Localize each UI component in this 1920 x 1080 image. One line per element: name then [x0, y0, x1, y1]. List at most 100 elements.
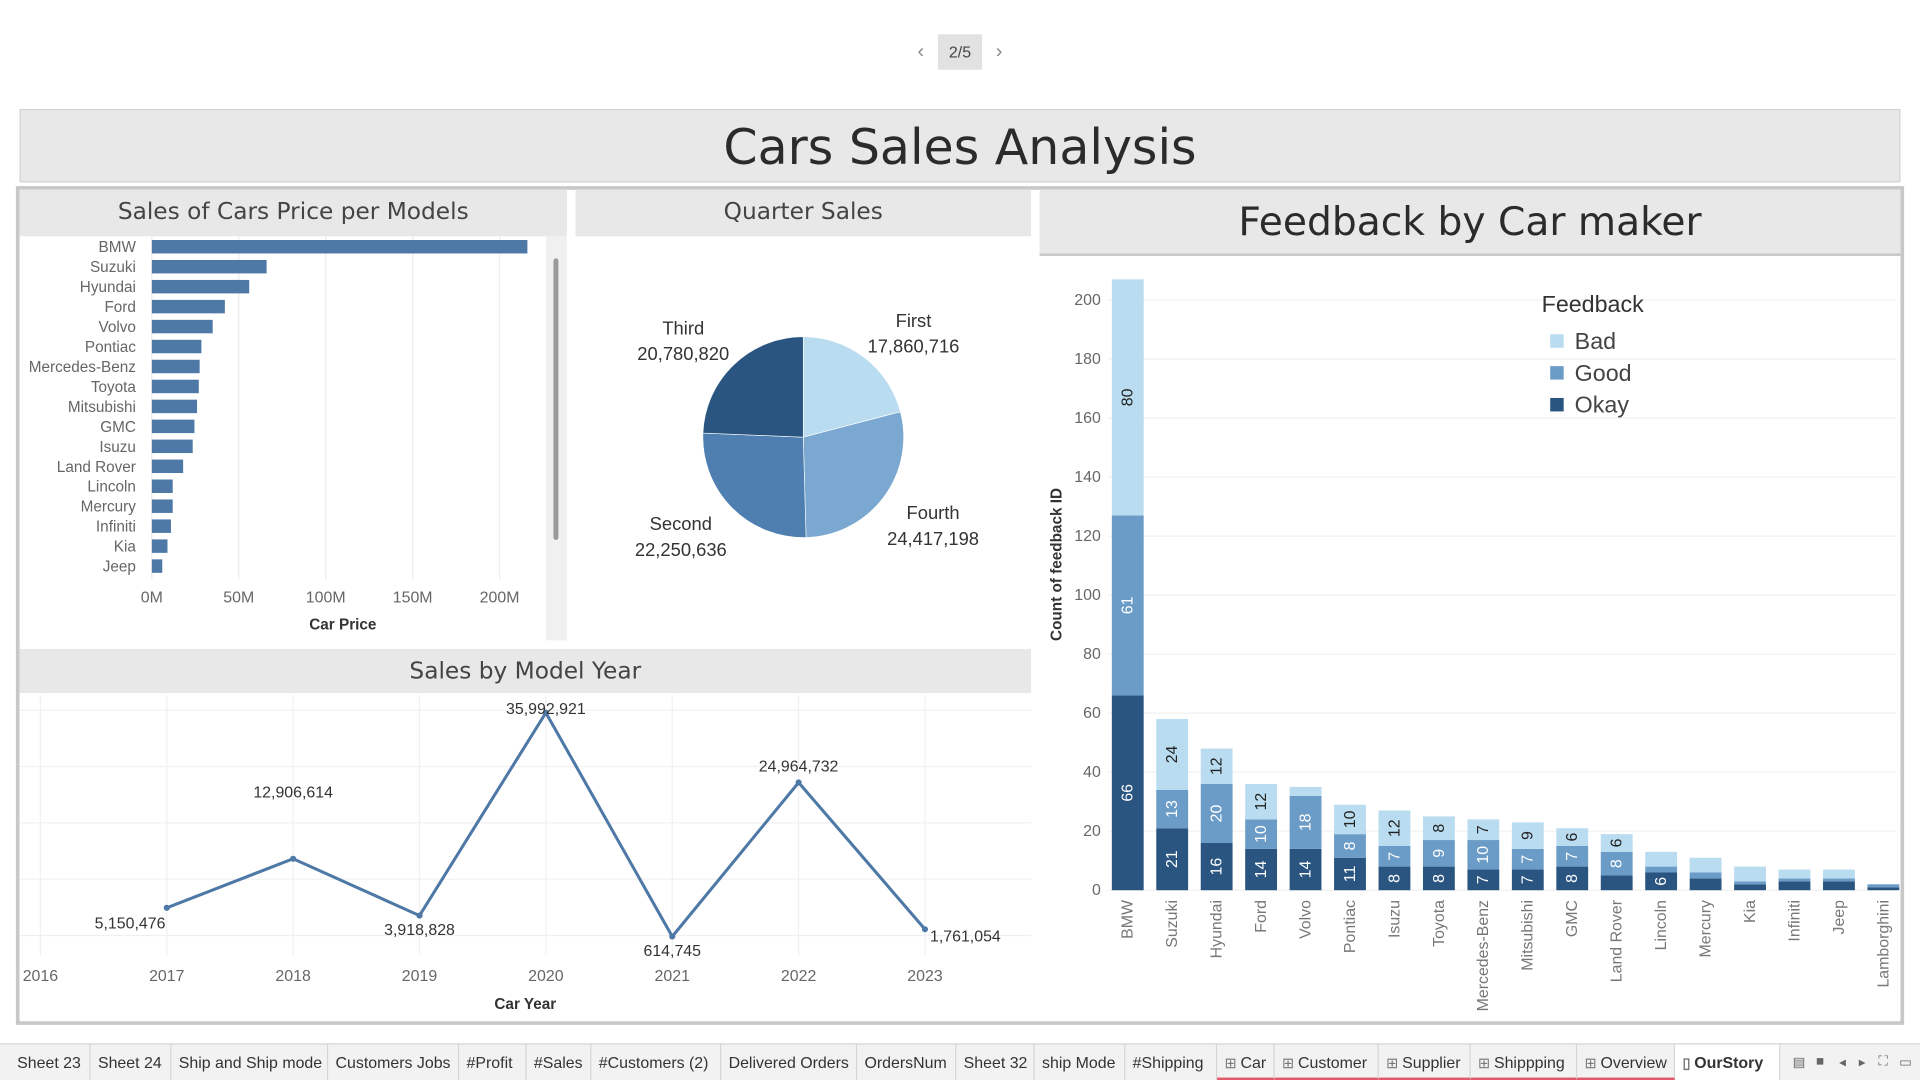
year-data-point: [290, 855, 297, 862]
feedback-bar-value: 7: [1475, 875, 1492, 884]
dashboard-icon: ⊞: [1224, 1054, 1237, 1072]
feedback-panel: Feedback by Car maker 0 20 40 60 80 100 120 140…: [1039, 189, 1901, 1021]
dashboard-icon: ⊞: [1584, 1054, 1597, 1072]
grid-view-icon[interactable]: ▤: [1793, 1054, 1806, 1071]
feedback-bar-value: 7: [1564, 852, 1581, 861]
feedback-category-label: Hyundai: [1209, 900, 1226, 958]
feedback-title: Feedback by Car maker: [1039, 189, 1901, 256]
price-bar: [151, 319, 213, 334]
price-category-label: Isuzu: [99, 439, 136, 456]
tab-label: Ship and Ship mode: [178, 1053, 323, 1072]
tab-ship-mode[interactable]: ship Mode: [1035, 1044, 1126, 1080]
tab-delivered-orders[interactable]: Delivered Orders: [721, 1044, 858, 1080]
tab-shipping[interactable]: #Shipping: [1125, 1044, 1218, 1080]
feedback-category-label: Land Rover: [1609, 899, 1626, 982]
feedback-category-label: Suzuki: [1164, 900, 1181, 948]
feedback-bar-good: [1734, 881, 1766, 885]
price-per-model-chart: 0M 50M 100M 150M 200M BMW Suzuki Hyundai Ford Vol…: [29, 236, 567, 641]
quarter-sales-panel: Quarter Sales First 17,860,716 Fourth 24,41…: [575, 189, 1032, 641]
feedback-category-label: BMW: [1120, 900, 1137, 939]
tab-overview[interactable]: ⊞ Overview: [1577, 1044, 1676, 1080]
tab-label: Customers Jobs: [335, 1053, 451, 1072]
price-bar: [151, 419, 195, 434]
tab-supplier[interactable]: ⊞ Supplier: [1378, 1044, 1471, 1080]
tab-customers-2[interactable]: #Customers (2): [591, 1044, 722, 1080]
feedback-y-tick-label: 120: [1074, 528, 1101, 545]
year-x-tick-label: 2023: [907, 968, 943, 985]
year-x-tick-label: 2021: [655, 968, 691, 985]
tab-sheet-23[interactable]: Sheet 23: [10, 1044, 91, 1080]
price-x-tick-label: 200M: [480, 589, 520, 606]
year-data-label: 614,745: [643, 943, 701, 960]
tab-label: Customer: [1298, 1053, 1368, 1072]
feedback-category-label: Mitsubishi: [1520, 900, 1537, 971]
price-x-tick-label: 150M: [393, 589, 433, 606]
price-category-label: Mercury: [81, 499, 137, 516]
feedback-bar-value: 7: [1386, 852, 1403, 861]
tab-profit[interactable]: #Profit: [459, 1044, 527, 1080]
tab-ship-and-ship-mode[interactable]: Ship and Ship mode: [171, 1044, 329, 1080]
feedback-y-tick-label: 140: [1074, 469, 1101, 486]
next-story-point-icon[interactable]: ›: [987, 34, 1011, 70]
price-category-label: Volvo: [98, 319, 135, 336]
tab-label: ship Mode: [1042, 1053, 1116, 1072]
year-data-label: 3,918,828: [384, 922, 455, 939]
feedback-bar-value: 6: [1564, 833, 1581, 842]
tab-car[interactable]: ⊞ Car: [1217, 1044, 1275, 1080]
feedback-category-label: Lamborghini: [1875, 900, 1892, 988]
tab-ourstory[interactable]: ▯ OurStory: [1675, 1044, 1781, 1080]
feedback-chart: 0 20 40 60 80 100 120 140 160 180 200 Count of feed…: [1049, 279, 1900, 1011]
year-data-point: [921, 926, 929, 933]
tab-label: #Profit: [466, 1053, 513, 1072]
price-x-tick-label: 100M: [306, 589, 346, 606]
feedback-bar-value: 6: [1609, 838, 1626, 847]
price-scrollbar-thumb[interactable]: [553, 258, 559, 541]
year-x-tick-label: 2022: [781, 968, 817, 985]
scroll-right-icon[interactable]: ▸: [1859, 1054, 1866, 1071]
tab-label: Sheet 24: [97, 1053, 162, 1072]
tab-sheet-32[interactable]: Sheet 32: [956, 1044, 1035, 1080]
story-page-indicator[interactable]: 2/5: [937, 34, 983, 70]
tab-label: OurStory: [1694, 1053, 1764, 1072]
filmstrip-icon[interactable]: ■: [1816, 1054, 1824, 1069]
year-x-tick-label: 2018: [275, 968, 311, 985]
feedback-bar-good: [1823, 878, 1855, 882]
tab-sheet-24[interactable]: Sheet 24: [91, 1044, 172, 1080]
price-x-tick-label: 50M: [223, 589, 254, 606]
feedback-y-tick-label: 180: [1074, 351, 1101, 368]
feedback-bar-value: 10: [1253, 825, 1270, 843]
tab-customers-jobs[interactable]: Customers Jobs: [328, 1044, 460, 1080]
price-bar: [151, 279, 250, 294]
feedback-bar-okay: [1823, 881, 1855, 891]
present-icon[interactable]: ▭: [1899, 1054, 1912, 1071]
price-bar: [151, 399, 198, 414]
fit-icon[interactable]: ⛶: [1878, 1054, 1887, 1070]
price-category-label: Mercedes-Benz: [29, 359, 136, 376]
feedback-y-tick-label: 60: [1083, 705, 1101, 722]
feedback-bar-value: 7: [1520, 875, 1537, 884]
tab-ordersnum[interactable]: OrdersNum: [857, 1044, 957, 1080]
feedback-bar-value: 8: [1342, 841, 1359, 850]
tab-customer[interactable]: ⊞ Customer: [1274, 1044, 1379, 1080]
pie-slice-value: 17,860,716: [868, 336, 960, 357]
model-year-chart: 2016201720182019202020212022202320245,15…: [19, 695, 1032, 1013]
feedback-bar-value: 24: [1164, 745, 1181, 763]
feedback-bar-value: 7: [1520, 855, 1537, 864]
feedback-category-label: GMC: [1564, 900, 1581, 937]
feedback-bar-value: 8: [1431, 874, 1448, 883]
year-data-point: [416, 912, 423, 919]
scroll-left-icon[interactable]: ◂: [1839, 1054, 1846, 1071]
story-icon: ▯: [1682, 1054, 1691, 1072]
feedback-bar-okay: [1734, 884, 1766, 891]
price-bar: [151, 359, 200, 374]
feedback-bar-bad: [1689, 857, 1722, 873]
year-data-point: [795, 779, 802, 786]
price-x-axis-title: Car Price: [309, 616, 376, 633]
tab-sales[interactable]: #Sales: [527, 1044, 592, 1080]
feedback-category-label: Lincoln: [1653, 900, 1670, 950]
feedback-y-axis-title: Count of feedback ID: [1049, 488, 1066, 641]
feedback-bar-bad: [1778, 869, 1811, 879]
tab-shippping[interactable]: ⊞ Shippping: [1470, 1044, 1578, 1080]
previous-story-point-icon[interactable]: ‹: [909, 34, 933, 70]
tab-label: Shippping: [1493, 1053, 1565, 1072]
